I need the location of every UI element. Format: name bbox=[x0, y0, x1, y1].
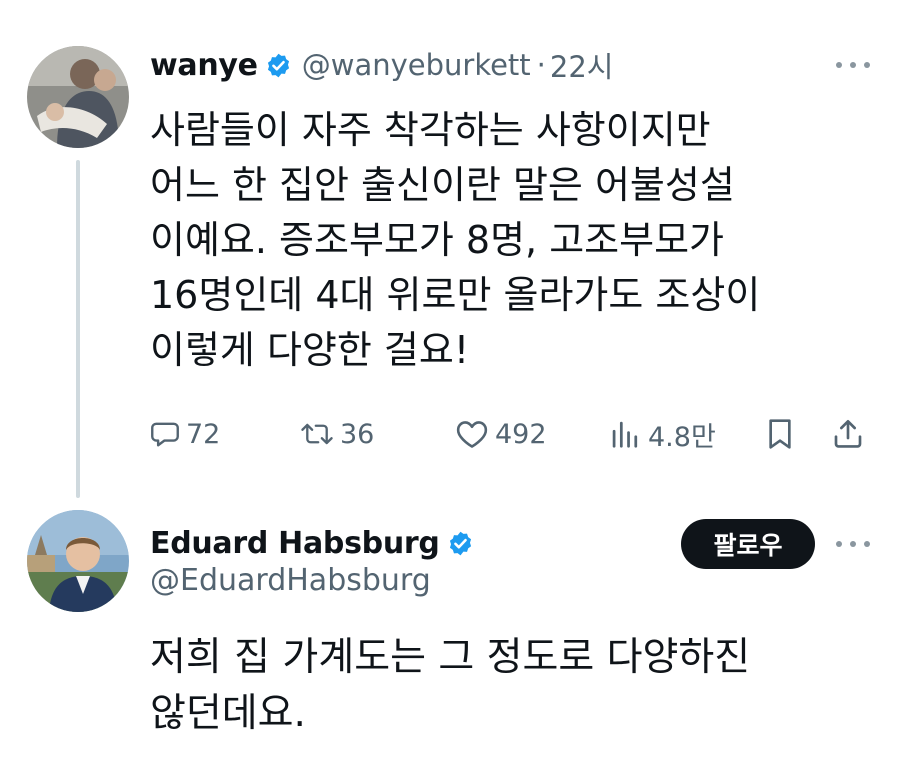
like-button[interactable]: 492 bbox=[455, 412, 547, 456]
reply-icon bbox=[150, 419, 180, 449]
share-icon bbox=[832, 418, 864, 450]
tweet-text: 사람들이 자주 착각하는 사항이지만 어느 한 집안 출신이란 말은 어불성설 … bbox=[150, 103, 760, 378]
retweet-icon bbox=[300, 419, 334, 449]
tweet-text-line: 않던데요. bbox=[150, 691, 306, 736]
thread-connector-line bbox=[76, 160, 80, 498]
tweet-text: 저희 집 가계도는 그 정도로 다양하진 않던데요. bbox=[150, 630, 750, 742]
view-count: 4.8만 bbox=[648, 421, 716, 453]
separator-dot: · bbox=[536, 48, 546, 82]
user-handle[interactable]: @wanyeburkett bbox=[302, 48, 531, 82]
tweet-text-line: 어느 한 집안 출신이란 말은 어불성설 bbox=[150, 163, 735, 207]
timestamp[interactable]: 22시 bbox=[550, 44, 614, 86]
display-name[interactable]: Eduard Habsburg bbox=[150, 526, 440, 561]
tweet-header: wanye @wanyeburkett · 22시 bbox=[150, 43, 613, 87]
like-count: 492 bbox=[495, 418, 547, 450]
share-button[interactable] bbox=[832, 412, 864, 456]
tweet-text-line: 이예요. 증조부모가 8명, 고조부모가 bbox=[150, 218, 725, 262]
user-handle[interactable]: @EduardHabsburg bbox=[150, 563, 431, 598]
tweet-text-line: 이렇게 다양한 걸요! bbox=[150, 328, 470, 372]
more-icon[interactable] bbox=[836, 60, 870, 70]
tweet-text-line: 저희 집 가계도는 그 정도로 다양하진 bbox=[150, 635, 751, 680]
reply-count: 72 bbox=[186, 418, 221, 450]
avatar-wanye[interactable] bbox=[27, 46, 129, 148]
verified-badge-icon bbox=[447, 530, 474, 557]
bookmark-button[interactable] bbox=[765, 412, 795, 456]
views-icon bbox=[608, 419, 642, 449]
reply-button[interactable]: 72 bbox=[150, 412, 220, 456]
follow-button[interactable]: 팔로우 bbox=[681, 519, 815, 569]
bookmark-icon bbox=[765, 418, 795, 450]
tweet-actions: 72 36 492 4.8만 bbox=[150, 412, 870, 456]
display-name[interactable]: wanye bbox=[150, 48, 258, 83]
tweet-text-line: 16명인데 4대 위로만 올라가도 조상이 bbox=[150, 273, 761, 317]
more-icon[interactable] bbox=[836, 539, 870, 549]
avatar-eduard-habsburg[interactable] bbox=[27, 510, 129, 612]
retweet-count: 36 bbox=[340, 418, 375, 450]
tweet-text-line: 사람들이 자주 착각하는 사항이지만 bbox=[150, 108, 711, 152]
verified-badge-icon bbox=[265, 52, 292, 79]
views-button[interactable]: 4.8만 bbox=[608, 412, 716, 456]
tweet-header: Eduard Habsburg bbox=[150, 521, 474, 565]
tweet-thread: wanye @wanyeburkett · 22시 사람들이 자주 착각하는 사… bbox=[0, 0, 900, 777]
retweet-button[interactable]: 36 bbox=[300, 412, 374, 456]
like-icon bbox=[455, 419, 489, 449]
